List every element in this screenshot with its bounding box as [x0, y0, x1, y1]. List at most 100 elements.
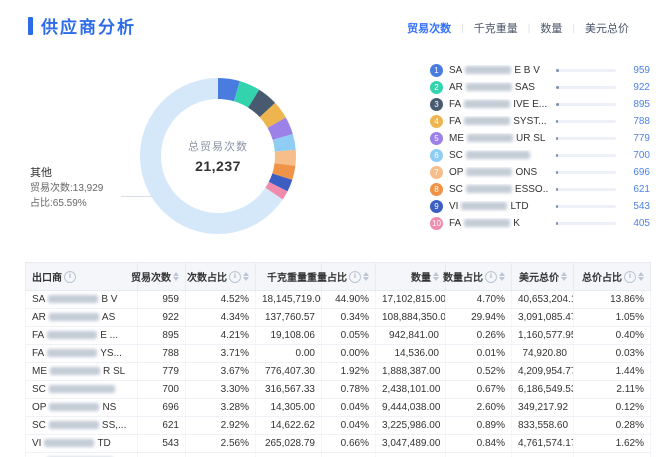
sort-icon[interactable] — [638, 272, 644, 281]
legend-item[interactable]: 1 SA E B V 959 — [430, 64, 650, 77]
sort-icon[interactable] — [433, 272, 439, 281]
sort-icon[interactable] — [363, 272, 369, 281]
table-cell: 6,186,549.53 — [511, 380, 574, 399]
legend-item[interactable]: 4 FA SYST... 788 — [430, 115, 650, 128]
legend-value: 922 — [633, 82, 650, 93]
redacted-text — [465, 151, 530, 160]
table-cell: 18,145,719.00 — [255, 290, 322, 309]
table-cell: 1,160,577.95 — [511, 326, 574, 345]
column-header-7[interactable]: 数量占比 i — [443, 262, 512, 291]
legend-item[interactable]: 10 FA K 405 — [430, 217, 650, 230]
table-cell: 14,305.00 — [255, 398, 322, 417]
supplier-name: OP ONS — [449, 167, 538, 178]
exporter-link[interactable]: FA YS... — [25, 344, 138, 363]
redacted-text — [49, 403, 100, 412]
legend-bar-fill — [556, 137, 559, 140]
exporter-link[interactable]: VI TD — [25, 434, 138, 453]
others-leader-line — [121, 196, 153, 197]
legend-bar — [556, 137, 616, 140]
column-header-2[interactable]: 贸易次数 — [131, 262, 186, 291]
exporter-link[interactable]: ME R SL — [25, 362, 138, 381]
legend-bar — [556, 69, 616, 72]
table-row: FA E ... 895 4.21% 19,108.06 0.05% 942,841.00 0… — [25, 326, 651, 345]
table-row: FA4051.91%10,472.000.03%49,564.000.01%12… — [25, 452, 651, 457]
table-cell: 0.03% — [573, 344, 651, 363]
rank-badge: 8 — [430, 183, 443, 196]
redacted-text — [464, 117, 511, 126]
redacted-text — [465, 66, 512, 75]
column-header-8[interactable]: 美元总价 — [511, 262, 574, 291]
trade-count-donut-chart — [139, 78, 297, 234]
legend-item[interactable]: 2 AR SAS 922 — [430, 81, 650, 94]
exporter-link[interactable]: FA — [25, 452, 138, 457]
legend-item[interactable]: 3 FA IVE E... 895 — [430, 98, 650, 111]
page-title: 供应商分析 — [28, 13, 136, 38]
legend-item[interactable]: 8 SC ESSO... 621 — [430, 183, 650, 196]
table-cell: 2,438,101.00 — [375, 380, 446, 399]
legend-value: 696 — [633, 167, 650, 178]
table-cell: 3.71% — [185, 344, 256, 363]
exporter-link[interactable]: SC SS,... — [25, 416, 138, 435]
table-row: SA B V 959 4.52% 18,145,719.00 44.90% 17,102,8… — [25, 290, 651, 309]
metric-tab-3[interactable]: 数量 — [530, 20, 572, 36]
table-cell: 0.01% — [445, 452, 512, 457]
info-icon[interactable]: i — [64, 270, 76, 283]
info-icon[interactable]: i — [349, 270, 361, 283]
metric-tab-4[interactable]: 美元总价 — [575, 20, 639, 36]
column-header-9[interactable]: 总价占比 i — [573, 262, 651, 291]
legend-item[interactable]: 5 ME UR SL 779 — [430, 132, 650, 145]
sort-icon[interactable] — [243, 272, 249, 281]
table-cell: 108,884,350.00 — [375, 308, 446, 327]
legend-bar-fill — [556, 188, 558, 191]
metric-tab-1[interactable]: 贸易次数 — [397, 20, 461, 36]
legend-value: 779 — [633, 133, 650, 144]
table-cell: 265,028.79 — [255, 434, 322, 453]
table-cell: 1.91% — [185, 452, 256, 457]
sort-icon[interactable] — [561, 272, 567, 281]
redacted-text — [50, 367, 100, 376]
table-cell: 1.62% — [573, 434, 651, 453]
table-cell: 10,472.00 — [255, 452, 322, 457]
table-row: FA YS... 788 3.71% 0.00 0.00% 14,536.00 0.01% 74… — [25, 344, 651, 363]
donut-segment-rank-7[interactable] — [274, 149, 297, 166]
column-header-5[interactable]: 重量占比 i — [307, 262, 376, 291]
info-icon[interactable]: i — [624, 270, 636, 283]
redacted-text — [465, 185, 512, 194]
legend-item[interactable]: 7 OP ONS 696 — [430, 166, 650, 179]
exporter-link[interactable]: AR AS — [25, 308, 138, 327]
sort-icon[interactable] — [499, 272, 505, 281]
supplier-analysis-page: 供应商分析 贸易次数 | 千克重量 | 数量 | 美元总价 总贸易次数 21,237 其他 … — [0, 0, 659, 457]
legend-item[interactable]: 6 SC 700 — [430, 149, 650, 162]
column-label: 总价占比 — [582, 273, 622, 284]
column-header-6[interactable]: 数量 — [375, 262, 446, 291]
legend-item[interactable]: 9 VI LTD 543 — [430, 200, 650, 213]
table-cell: 19,108.06 — [255, 326, 322, 345]
table-header-row: 出口商 i 贸易次数 次数占比 i 千克重量 重量占比 i 数量 数量占比 i 美元总价 总价占比 i — [25, 262, 651, 291]
table-cell: 137,760.57 — [255, 308, 322, 327]
legend-bar-fill — [556, 154, 558, 157]
info-icon[interactable]: i — [485, 270, 497, 283]
rank-badge: 9 — [430, 200, 443, 213]
redacted-text — [48, 295, 99, 304]
redacted-text — [461, 202, 508, 211]
table-row: VI TD 543 2.56% 265,028.79 0.66% 3,047,489.00 0… — [25, 434, 651, 453]
table-cell: 696 — [137, 398, 186, 417]
info-icon[interactable]: i — [229, 270, 241, 283]
column-header-3[interactable]: 次数占比 i — [185, 262, 256, 291]
table-row: ME R SL 779 3.67% 776,407.30 1.92% 1,888,387.0… — [25, 362, 651, 381]
table-cell: 0.04% — [321, 398, 376, 417]
redacted-text — [47, 349, 98, 358]
exporter-link[interactable]: FA E ... — [25, 326, 138, 345]
sort-icon[interactable] — [173, 272, 179, 281]
exporter-link[interactable]: SC — [25, 380, 138, 399]
exporter-link[interactable]: OP NS — [25, 398, 138, 417]
rank-badge: 7 — [430, 166, 443, 179]
exporter-link[interactable]: SA B V — [25, 290, 138, 309]
column-label: 贸易次数 — [131, 273, 171, 284]
redacted-text — [467, 134, 513, 143]
metric-tabs: 贸易次数 | 千克重量 | 数量 | 美元总价 — [397, 20, 639, 36]
metric-tab-2[interactable]: 千克重量 — [464, 20, 528, 36]
redacted-text — [48, 313, 99, 322]
table-cell: 959 — [137, 290, 186, 309]
redacted-text — [44, 439, 95, 448]
